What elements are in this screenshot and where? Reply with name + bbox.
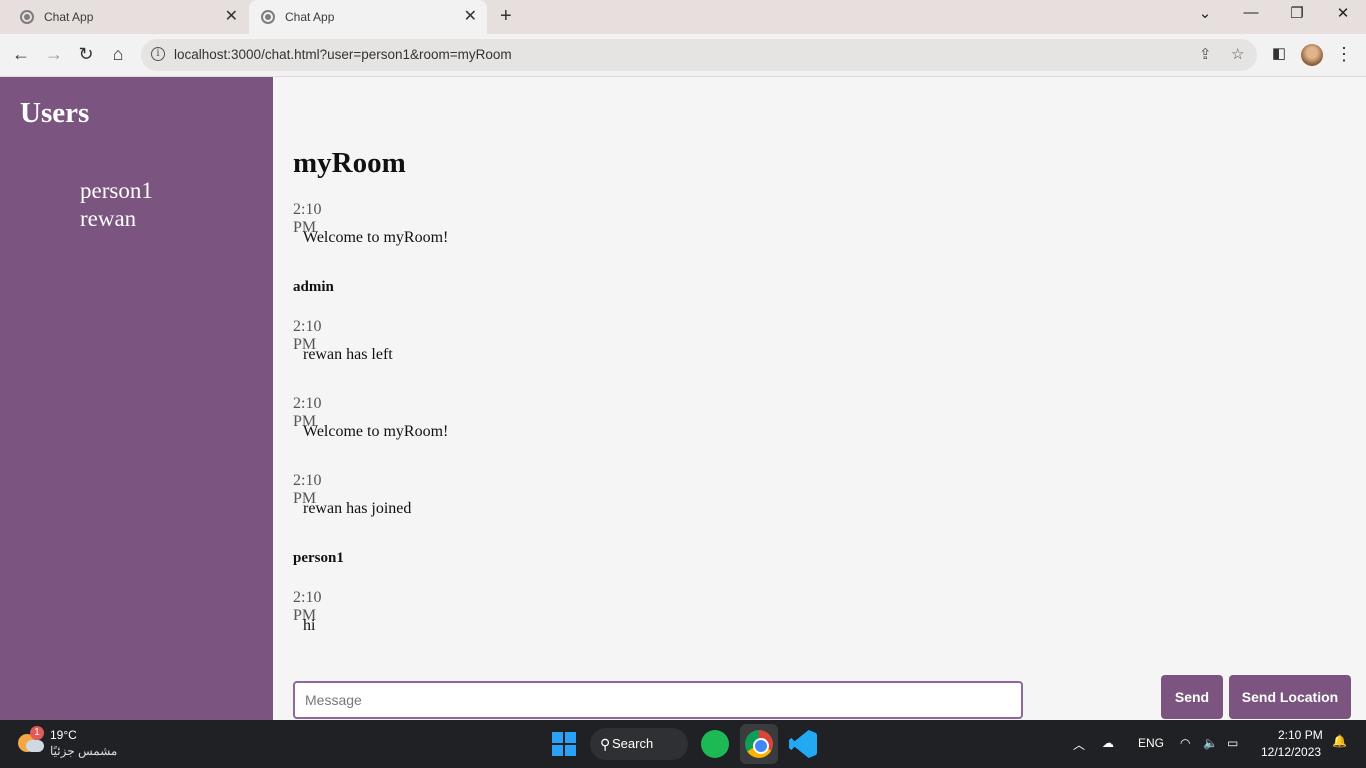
close-icon[interactable]: ✕ — [225, 0, 238, 34]
taskbar-search[interactable]: ⚲ Search — [590, 728, 688, 760]
language-indicator[interactable]: ENG — [1138, 736, 1164, 750]
forward-arrow-icon[interactable]: → — [43, 44, 65, 65]
send-button[interactable]: Send — [1161, 675, 1223, 719]
message-text: rewan has left — [303, 346, 393, 363]
reload-icon[interactable]: ↻ — [75, 44, 97, 65]
restore-icon[interactable]: ❐ — [1274, 4, 1320, 22]
tray-chevron-up-icon[interactable]: ︿ — [1073, 736, 1085, 753]
clock-date[interactable]: 12/12/2023 — [1261, 745, 1321, 759]
tab-title: Chat App — [285, 10, 335, 24]
globe-icon — [261, 10, 275, 24]
search-label: Search — [612, 736, 654, 751]
kebab-menu-icon[interactable]: ⋮ — [1333, 44, 1355, 65]
send-location-button[interactable]: Send Location — [1229, 675, 1351, 719]
notifications-bell-icon[interactable]: 🔔 — [1332, 734, 1347, 748]
bookmark-star-icon[interactable]: ☆ — [1231, 45, 1244, 63]
url-text[interactable]: localhost:3000/chat.html?user=person1&ro… — [174, 47, 512, 62]
minimize-icon[interactable]: — — [1228, 4, 1274, 21]
notification-badge: 1 — [30, 726, 44, 740]
spotify-icon[interactable] — [701, 730, 729, 758]
new-tab-plus-icon[interactable]: + — [500, 5, 512, 28]
close-icon[interactable]: ✕ — [464, 0, 477, 34]
weather-temperature[interactable]: 19°C — [50, 728, 77, 742]
profile-avatar[interactable] — [1301, 44, 1323, 66]
chat-page: Users person1 rewan myRoom 2:10 PM Welco… — [0, 77, 1366, 720]
users-sidebar: Users person1 rewan — [0, 77, 273, 720]
tab-search-chevron-icon[interactable]: ⌄ — [1182, 4, 1228, 22]
windows-taskbar: 1 19°C مشمس جزئيًا ⚲ Search ︿ ☁ ENG ◠ 🔈 … — [0, 720, 1366, 768]
user-item: person1 — [80, 178, 153, 203]
message-text: rewan has joined — [303, 500, 412, 517]
chat-main: myRoom 2:10 PM Welcome to myRoom! admin … — [273, 77, 1366, 720]
message-text: Welcome to myRoom! — [303, 423, 449, 440]
window-close-icon[interactable]: ✕ — [1320, 4, 1366, 22]
search-icon: ⚲ — [600, 736, 611, 752]
user-item: rewan — [80, 206, 137, 231]
message-text: Welcome to myRoom! — [303, 229, 449, 246]
browser-tab-1[interactable]: Chat App ✕ — [8, 0, 248, 34]
user-list: person1 rewan — [80, 177, 153, 233]
message-text: hi — [303, 617, 316, 634]
sidebar-heading: Users — [20, 97, 90, 129]
message-sender: admin — [293, 279, 334, 295]
message-sender: person1 — [293, 550, 344, 566]
browser-tab-2[interactable]: Chat App ✕ — [249, 0, 487, 34]
side-panel-icon[interactable]: ◧ — [1268, 44, 1290, 62]
site-info-icon[interactable]: i — [151, 47, 165, 61]
battery-icon[interactable]: ▭ — [1227, 736, 1238, 750]
volume-icon[interactable]: 🔈 — [1203, 736, 1218, 750]
home-icon[interactable]: ⌂ — [107, 44, 129, 65]
wifi-icon[interactable]: ◠ — [1180, 736, 1190, 750]
clock-time[interactable]: 2:10 PM — [1278, 728, 1323, 742]
tab-title: Chat App — [44, 10, 94, 24]
onedrive-cloud-icon[interactable]: ☁ — [1102, 736, 1114, 750]
browser-toolbar: ← → ↻ ⌂ i localhost:3000/chat.html?user=… — [0, 34, 1366, 77]
message-input[interactable] — [293, 681, 1023, 719]
browser-tabstrip: Chat App ✕ Chat App ✕ + ⌄ — ❐ ✕ — [0, 0, 1366, 34]
vscode-icon[interactable] — [789, 730, 817, 758]
room-title: myRoom — [293, 147, 406, 179]
back-arrow-icon[interactable]: ← — [10, 44, 32, 65]
share-icon[interactable]: ⇪ — [1199, 45, 1212, 63]
address-bar[interactable]: i localhost:3000/chat.html?user=person1&… — [141, 39, 1257, 71]
weather-condition[interactable]: مشمس جزئيًا — [50, 744, 117, 758]
windows-start-icon[interactable] — [552, 732, 576, 756]
globe-icon — [20, 10, 34, 24]
chrome-icon[interactable] — [745, 730, 773, 758]
